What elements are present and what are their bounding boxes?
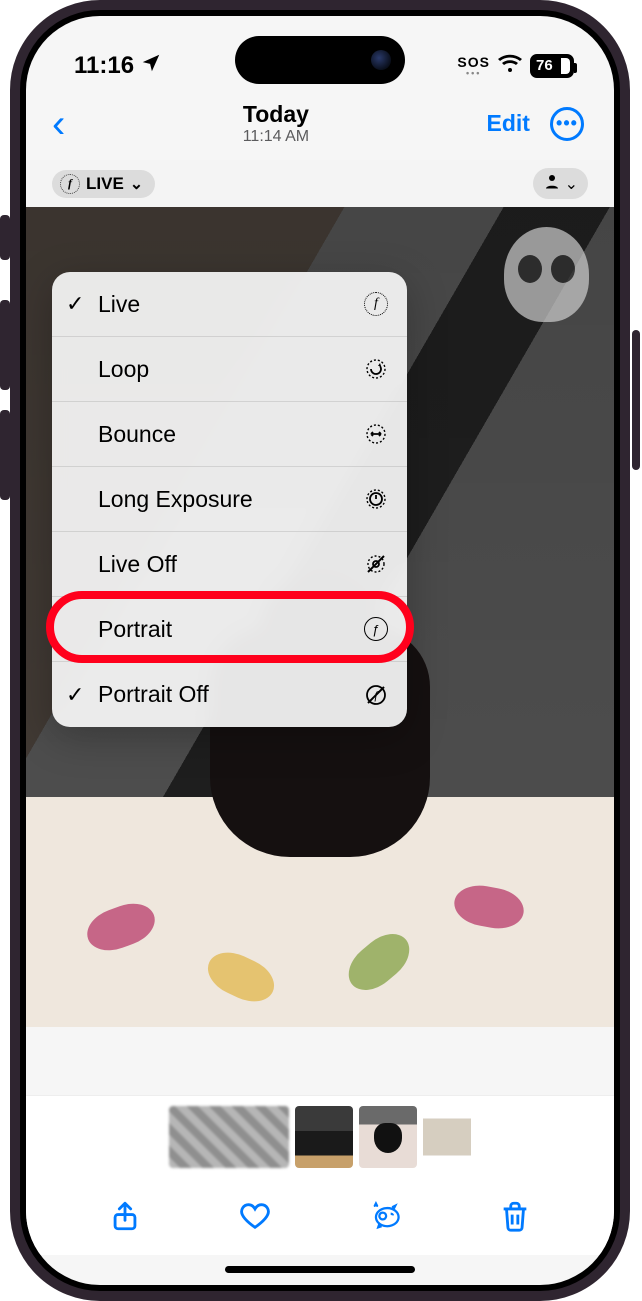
live-badge-label: LIVE [86, 174, 124, 194]
thumbnail[interactable] [169, 1106, 289, 1168]
chevron-down-icon: ⌄ [565, 174, 578, 194]
thumbnail[interactable] [295, 1106, 353, 1168]
screen: 11:16 SOS ••• 76 ‹ [26, 16, 614, 1285]
menu-label: Bounce [98, 421, 363, 448]
status-right: SOS ••• 76 [457, 54, 574, 79]
aperture-icon: f [60, 174, 80, 194]
location-icon [140, 52, 162, 80]
menu-label: Loop [98, 356, 363, 383]
menu-label: Portrait [98, 616, 363, 643]
side-button-power [632, 330, 640, 470]
menu-label: Live [98, 291, 363, 318]
thumbnail-current[interactable] [359, 1106, 417, 1168]
nav-title-group: Today 11:14 AM [243, 101, 309, 146]
timer-icon [363, 486, 389, 512]
menu-label: Live Off [98, 551, 363, 578]
edit-button[interactable]: Edit [487, 110, 530, 137]
sos-indicator: SOS ••• [457, 55, 490, 78]
person-icon [543, 172, 561, 195]
nav-subtitle: 11:14 AM [243, 128, 309, 146]
more-button[interactable]: ••• [550, 107, 584, 141]
bottom-toolbar [26, 1177, 614, 1255]
status-left: 11:16 [74, 52, 162, 80]
photo-decor-skull [504, 227, 589, 322]
menu-item-portrait[interactable]: Portrait ƒ [52, 597, 407, 662]
battery-level: 76 [536, 57, 553, 74]
aperture-icon: ƒ [363, 616, 389, 642]
check-icon: ✓ [66, 291, 98, 317]
back-button[interactable]: ‹ [52, 104, 65, 144]
share-button[interactable] [108, 1199, 142, 1233]
menu-item-bounce[interactable]: Bounce [52, 402, 407, 467]
side-button-silence [0, 215, 10, 260]
side-button-volume-down [0, 410, 10, 500]
live-off-icon [363, 551, 389, 577]
side-button-volume-up [0, 300, 10, 390]
bounce-icon [363, 421, 389, 447]
favorite-button[interactable] [238, 1199, 272, 1233]
menu-item-loop[interactable]: Loop [52, 337, 407, 402]
menu-item-live[interactable]: ✓ Live f [52, 272, 407, 337]
people-badge[interactable]: ⌄ [533, 168, 588, 199]
wifi-icon [498, 54, 522, 79]
delete-button[interactable] [498, 1199, 532, 1233]
dynamic-island [235, 36, 405, 84]
live-photo-menu: ✓ Live f Loop Bounce Long Exposur [52, 272, 407, 727]
chevron-down-icon: ⌄ [130, 174, 143, 194]
sos-dots: ••• [466, 69, 481, 78]
loop-icon [363, 356, 389, 382]
subject-lookup-button[interactable] [368, 1199, 402, 1233]
portrait-off-icon: f [363, 682, 389, 708]
battery-icon: 76 [530, 54, 574, 78]
status-time: 11:16 [74, 52, 134, 80]
menu-item-portrait-off[interactable]: ✓ Portrait Off f [52, 662, 407, 727]
badge-row: f LIVE ⌄ ⌄ [26, 160, 614, 207]
home-indicator[interactable] [225, 1266, 415, 1273]
sos-label: SOS [457, 55, 490, 69]
menu-item-live-off[interactable]: Live Off [52, 532, 407, 597]
check-icon: ✓ [66, 682, 98, 708]
live-badge-dropdown[interactable]: f LIVE ⌄ [52, 170, 155, 198]
menu-label: Long Exposure [98, 486, 363, 513]
nav-title: Today [243, 101, 309, 128]
thumbnail[interactable] [423, 1106, 471, 1168]
aperture-dotted-icon: f [363, 291, 389, 317]
nav-bar: ‹ Today 11:14 AM Edit ••• [26, 91, 614, 160]
menu-item-long-exposure[interactable]: Long Exposure [52, 467, 407, 532]
thumbnail-strip[interactable] [26, 1095, 614, 1177]
phone-frame: 11:16 SOS ••• 76 ‹ [10, 0, 630, 1301]
menu-label: Portrait Off [98, 681, 363, 708]
